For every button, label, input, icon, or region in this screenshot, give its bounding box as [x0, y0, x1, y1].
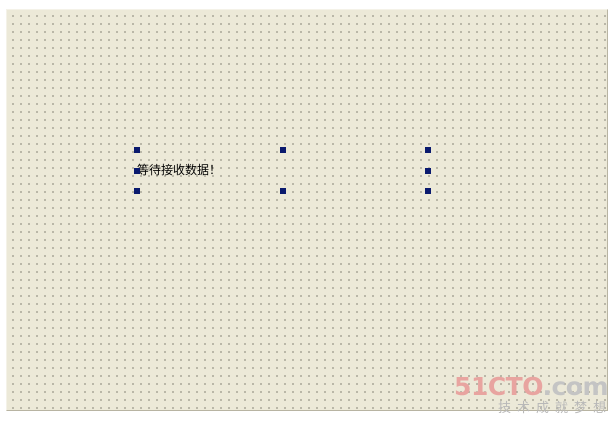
- watermark-logo: 51CTO.com: [454, 373, 608, 401]
- resize-handle-bottom-right[interactable]: [425, 188, 431, 194]
- site-watermark: 51CTO.com 技术成就梦想: [454, 373, 608, 417]
- resize-handle-right[interactable]: [425, 167, 431, 174]
- label-selection-frame: [134, 147, 431, 194]
- watermark-tagline: 技术成就梦想: [497, 401, 612, 416]
- resize-handle-bottom[interactable]: [279, 188, 286, 194]
- form-design-canvas[interactable]: [6, 9, 608, 411]
- resize-handle-top[interactable]: [279, 147, 286, 153]
- watermark-logo-primary: 51CTO: [454, 372, 543, 401]
- resize-handle-top-right[interactable]: [425, 147, 431, 153]
- resize-handle-left[interactable]: [134, 167, 140, 174]
- watermark-logo-suffix: .com: [542, 372, 608, 401]
- resize-handle-top-left[interactable]: [134, 147, 140, 153]
- resize-handle-bottom-left[interactable]: [134, 188, 140, 194]
